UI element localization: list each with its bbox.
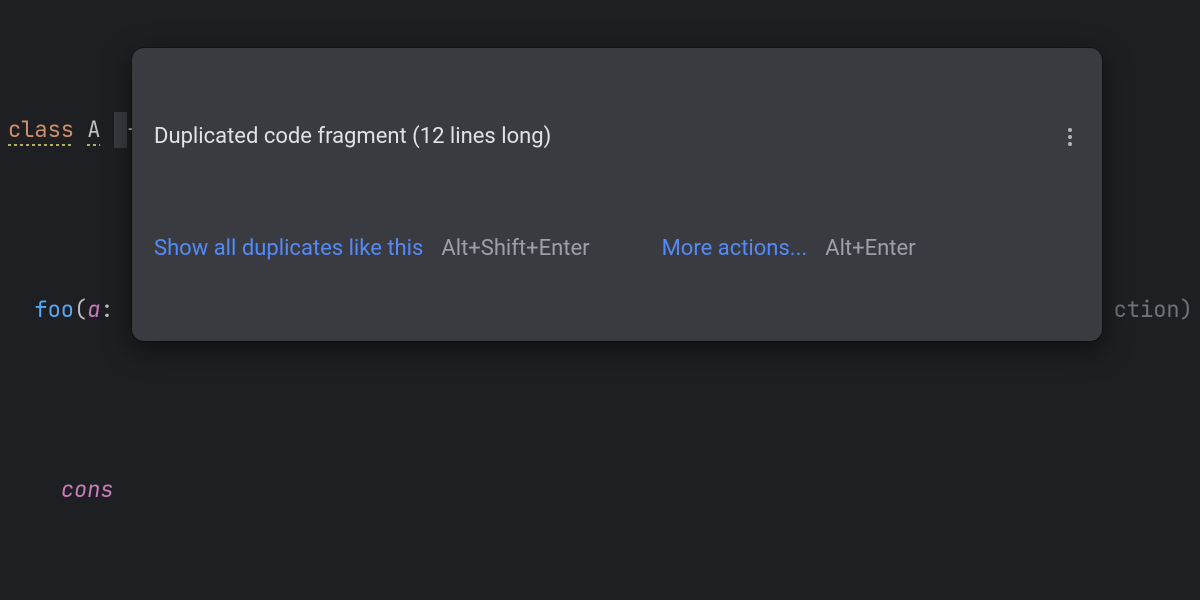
more-actions-shortcut: Alt+Enter	[825, 235, 915, 264]
trailing-hint: ction)	[1114, 295, 1193, 324]
paren-open: (	[74, 295, 87, 324]
popup-actions: Show all duplicates like this Alt+Shift+…	[154, 235, 1080, 264]
popup-header: Duplicated code fragment (12 lines long)	[154, 123, 1080, 152]
param-a: a	[87, 295, 100, 324]
keyword-class: class	[8, 115, 74, 146]
more-vertical-icon[interactable]	[1060, 127, 1080, 147]
inspection-popup: Duplicated code fragment (12 lines long)…	[132, 48, 1102, 341]
class-name: A	[87, 115, 100, 146]
code-editor[interactable]: class A { foo(a:ction) cons cons console…	[0, 0, 1200, 600]
show-all-shortcut: Alt+Shift+Enter	[441, 235, 589, 264]
console-partial: cons	[61, 475, 114, 504]
more-actions-link[interactable]: More actions...	[662, 235, 808, 264]
caret-position	[114, 112, 127, 148]
method-name: foo	[34, 295, 74, 324]
popup-title: Duplicated code fragment (12 lines long)	[154, 123, 551, 152]
code-line: cons	[8, 472, 1200, 508]
show-all-duplicates-link[interactable]: Show all duplicates like this	[154, 235, 423, 264]
colon: :	[100, 295, 113, 324]
